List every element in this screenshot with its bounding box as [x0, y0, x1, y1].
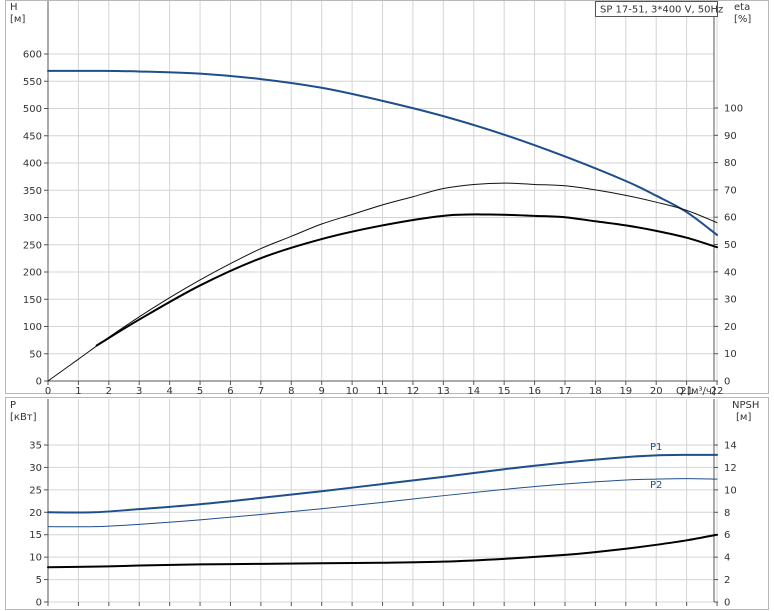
pump-performance-chart: 0501001502002503003504004505005506000102…: [5, 0, 769, 610]
top-x-tick-label: 2: [106, 386, 112, 397]
x-axis-label: Q [м³/ч]: [676, 386, 716, 397]
top-left-tick-label: 450: [23, 131, 42, 142]
bottom-right-tick-label: 14: [724, 441, 737, 452]
top-x-tick-label: 13: [437, 386, 450, 397]
top-x-tick-label: 6: [227, 386, 233, 397]
top-x-tick-label: 16: [528, 386, 541, 397]
bottom-right-axis-label: NPSH: [732, 400, 759, 411]
top-right-tick-label: 100: [724, 104, 743, 115]
bottom-left-tick-label: 15: [29, 530, 42, 541]
top-right-tick-label: 30: [724, 295, 737, 306]
top-x-tick-label: 17: [559, 386, 572, 397]
top-x-tick-label: 12: [407, 386, 420, 397]
top-right-tick-label: 80: [724, 158, 737, 169]
top-left-tick-label: 350: [23, 186, 42, 197]
bottom-right-tick-label: 8: [724, 508, 730, 519]
bottom-right-tick-label: 2: [724, 575, 730, 586]
top-right-tick-label: 90: [724, 131, 737, 142]
top-right-tick-label: 10: [724, 349, 737, 360]
top-x-tick-label: 11: [376, 386, 389, 397]
top-left-tick-label: 100: [23, 322, 42, 333]
bottom-left-tick-label: 30: [29, 463, 42, 474]
top-x-tick-label: 3: [136, 386, 142, 397]
efficiency-curve-total: [95, 213, 719, 347]
top-left-axis-unit: [м]: [10, 14, 25, 25]
top-left-tick-label: 600: [23, 50, 42, 61]
top-panel-frame: [5, 0, 769, 394]
series-label-p1: P1: [650, 442, 662, 453]
top-left-tick-label: 50: [29, 349, 42, 360]
top-x-tick-label: 19: [619, 386, 632, 397]
top-right-tick-label: 50: [724, 240, 737, 251]
chart-title: SP 17-51, 3*400 V, 50Hz: [600, 5, 723, 16]
series-label-p2: P2: [650, 480, 662, 491]
top-left-tick-label: 150: [23, 295, 42, 306]
top-x-tick-label: 10: [346, 386, 359, 397]
top-right-axis-label: eta: [734, 2, 750, 13]
top-right-tick-label: 70: [724, 185, 737, 196]
top-right-tick-label: 60: [724, 213, 737, 224]
bottom-left-tick-label: 25: [29, 485, 42, 496]
top-x-tick-label: 4: [166, 386, 172, 397]
top-right-tick-label: 20: [724, 322, 737, 333]
top-left-tick-label: 500: [23, 104, 42, 115]
top-x-tick-label: 5: [197, 386, 203, 397]
top-left-tick-label: 250: [23, 240, 42, 251]
bottom-right-tick-label: 4: [724, 553, 730, 564]
top-x-tick-label: 8: [288, 386, 294, 397]
top-right-axis-unit: [%]: [734, 14, 751, 25]
top-x-tick-label: 7: [258, 386, 264, 397]
top-x-tick-label: 1: [75, 386, 81, 397]
top-x-tick-label: 0: [45, 386, 51, 397]
bottom-right-tick-label: 0: [724, 598, 730, 609]
bottom-right-tick-label: 12: [724, 463, 737, 474]
top-left-tick-label: 0: [36, 377, 42, 388]
top-right-tick-label: 0: [724, 377, 730, 388]
bottom-panel-frame: [5, 397, 769, 610]
bottom-left-tick-label: 20: [29, 508, 42, 519]
top-left-tick-label: 550: [23, 77, 42, 88]
bottom-left-axis-unit: [кВт]: [10, 412, 37, 423]
bottom-right-tick-label: 6: [724, 530, 730, 541]
top-x-tick-label: 15: [498, 386, 511, 397]
top-left-tick-label: 300: [23, 213, 42, 224]
bottom-left-tick-label: 10: [29, 553, 42, 564]
bottom-right-axis-unit: [м]: [736, 412, 751, 423]
bottom-left-tick-label: 35: [29, 441, 42, 452]
top-x-tick-label: 9: [319, 386, 325, 397]
bottom-left-tick-label: 0: [36, 598, 42, 609]
top-left-tick-label: 400: [23, 159, 42, 170]
top-x-tick-label: 14: [467, 386, 480, 397]
top-x-tick-label: 20: [650, 386, 663, 397]
bottom-right-tick-label: 10: [724, 485, 737, 496]
top-left-tick-label: 200: [23, 268, 42, 279]
top-left-axis-label: H: [10, 2, 18, 13]
top-right-tick-label: 40: [724, 267, 737, 278]
bottom-left-axis-label: P: [10, 400, 16, 411]
bottom-left-tick-label: 5: [36, 575, 42, 586]
top-x-tick-label: 18: [589, 386, 602, 397]
